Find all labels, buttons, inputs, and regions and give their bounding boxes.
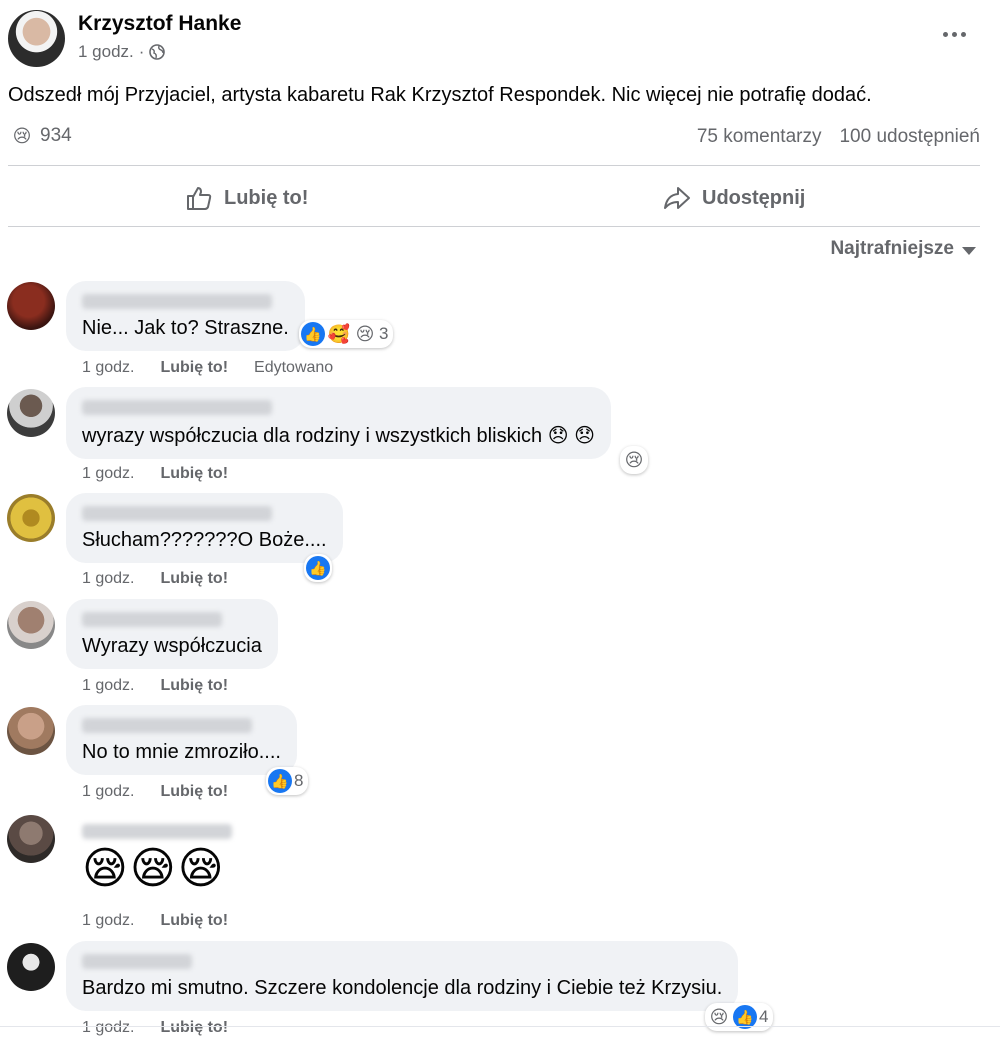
comment-time[interactable]: 1 godz. [82, 783, 134, 801]
comment-bubble: Bardzo mi smutno. Szczere kondolencje dl… [66, 941, 739, 1011]
commenter-name-blurred[interactable] [82, 612, 222, 627]
comments-count-link[interactable]: 75 komentarzy [697, 126, 822, 148]
comment-meta: 1 godz. Lubię to! [82, 783, 228, 801]
comment-like-link[interactable]: Lubię to! [160, 465, 228, 483]
comment-meta: 1 godz. Lubię to! [82, 570, 228, 588]
comment-meta: 1 godz. Lubię to! [82, 677, 228, 695]
comment-reaction-count: 3 [379, 324, 389, 343]
comment-time[interactable]: 1 godz. [82, 465, 134, 483]
like-reaction-icon: 👍 [268, 769, 292, 793]
post-author-avatar[interactable] [8, 10, 65, 67]
comment-like-link[interactable]: Lubię to! [160, 1019, 228, 1037]
comment-text: Bardzo mi smutno. Szczere kondolencje dl… [82, 977, 723, 999]
comment-text: Wyrazy współczucia [82, 635, 262, 657]
comment-reaction-count: 4 [759, 1007, 769, 1026]
comment-text: wyrazy współczucia dla rodziny i wszystk… [82, 425, 595, 447]
comment-like-link[interactable]: Lubię to! [160, 783, 228, 801]
comment-time[interactable]: 1 godz. [82, 359, 134, 377]
like-reaction-icon: 👍 [301, 322, 325, 346]
post-text: Odszedł mój Przyjaciel, artysta kabaretu… [8, 84, 872, 106]
bottom-divider [0, 1026, 1000, 1027]
commenter-avatar[interactable] [7, 707, 55, 755]
shares-count-link[interactable]: 100 udostępnień [839, 126, 980, 148]
care-reaction-icon: 🥰 [327, 324, 351, 344]
commenter-name-blurred[interactable] [82, 400, 272, 415]
sad-reaction-icon: 😢 [355, 324, 375, 344]
edited-label: Edytowano [254, 359, 334, 376]
comment-bubble: 😪😪😪 [66, 812, 248, 902]
commenter-name-blurred[interactable] [82, 506, 272, 521]
comment-bubble: wyrazy współczucia dla rodziny i wszystk… [66, 387, 611, 459]
comment-bubble: Słucham???????O Boże.... [66, 493, 343, 563]
meta-separator: · [138, 42, 145, 61]
comment-reactions[interactable]: 👍 [304, 554, 332, 582]
comment-time[interactable]: 1 godz. [82, 912, 134, 930]
post-stats: 75 komentarzy 100 udostępnień [697, 126, 980, 148]
comment-text: Słucham???????O Boże.... [82, 529, 327, 551]
globe-icon [149, 44, 166, 60]
commenter-name-blurred[interactable] [82, 824, 232, 839]
commenter-name-blurred[interactable] [82, 718, 252, 733]
like-button[interactable]: Lubię to! [184, 180, 308, 216]
comment-reactions[interactable]: 👍 🥰 😢 3 [299, 320, 394, 348]
like-reaction-icon: 👍 [306, 556, 330, 580]
commenter-avatar[interactable] [7, 943, 55, 991]
reaction-count: 934 [40, 125, 72, 146]
comment-text: Nie... Jak to? Straszne. [82, 317, 289, 339]
like-label: Lubię to! [224, 186, 309, 209]
dot-icon [960, 31, 966, 37]
comment-meta: 1 godz. Lubię to! [82, 465, 228, 483]
comment-meta: 1 godz. Lubię to! Edytowano [82, 359, 333, 377]
commenter-avatar[interactable] [7, 494, 55, 542]
comment-time[interactable]: 1 godz. [82, 677, 134, 695]
comment-like-link[interactable]: Lubię to! [160, 912, 228, 930]
commenter-name-blurred[interactable] [82, 954, 192, 969]
comment-like-link[interactable]: Lubię to! [160, 359, 228, 377]
commenter-name-blurred[interactable] [82, 294, 272, 309]
commenter-avatar[interactable] [7, 601, 55, 649]
post-time[interactable]: 1 godz. [78, 42, 134, 62]
share-button[interactable]: Udostępnij [662, 180, 805, 216]
commenter-avatar[interactable] [7, 815, 55, 863]
dot-icon [951, 31, 957, 37]
comment-bubble: No to mnie zmroziło.... [66, 705, 297, 775]
commenter-avatar[interactable] [7, 389, 55, 437]
dot-icon [942, 31, 948, 37]
comment-meta: 1 godz. Lubię to! [82, 912, 228, 930]
post-meta: 1 godz. · [78, 42, 166, 62]
commenter-avatar[interactable] [7, 282, 55, 330]
comment-text: No to mnie zmroziło.... [82, 741, 281, 763]
comment-bubble: Nie... Jak to? Straszne. [66, 281, 305, 351]
comment-sort-dropdown[interactable]: Najtrafniejsze [830, 238, 976, 260]
caret-down-icon [962, 246, 976, 255]
reaction-summary[interactable]: 😢 934 [10, 124, 72, 148]
share-arrow-icon [664, 187, 690, 209]
post-author-name[interactable]: Krzysztof Hanke [78, 12, 241, 36]
sort-label: Najtrafniejsze [830, 238, 954, 259]
comment-meta: 1 godz. Lubię to! [82, 1019, 228, 1037]
comment-time[interactable]: 1 godz. [82, 1019, 134, 1037]
divider [8, 165, 980, 166]
comment-like-link[interactable]: Lubię to! [160, 570, 228, 588]
comment-time[interactable]: 1 godz. [82, 570, 134, 588]
divider [8, 226, 980, 227]
more-options-button[interactable] [938, 22, 970, 46]
thumbs-up-icon [187, 187, 212, 210]
comment-reactions[interactable]: 😢 [620, 446, 648, 474]
comment-like-link[interactable]: Lubię to! [160, 677, 228, 695]
share-label: Udostępnij [702, 186, 806, 209]
sad-reaction-icon: 😢 [12, 126, 32, 146]
sad-reaction-icon: 😢 [624, 450, 644, 470]
comment-reaction-count: 8 [294, 771, 304, 790]
comment-bubble: Wyrazy współczucia [66, 599, 278, 669]
comment-emoji-text: 😪😪😪 [82, 844, 226, 893]
comment-reactions[interactable]: 👍 8 [266, 767, 309, 795]
